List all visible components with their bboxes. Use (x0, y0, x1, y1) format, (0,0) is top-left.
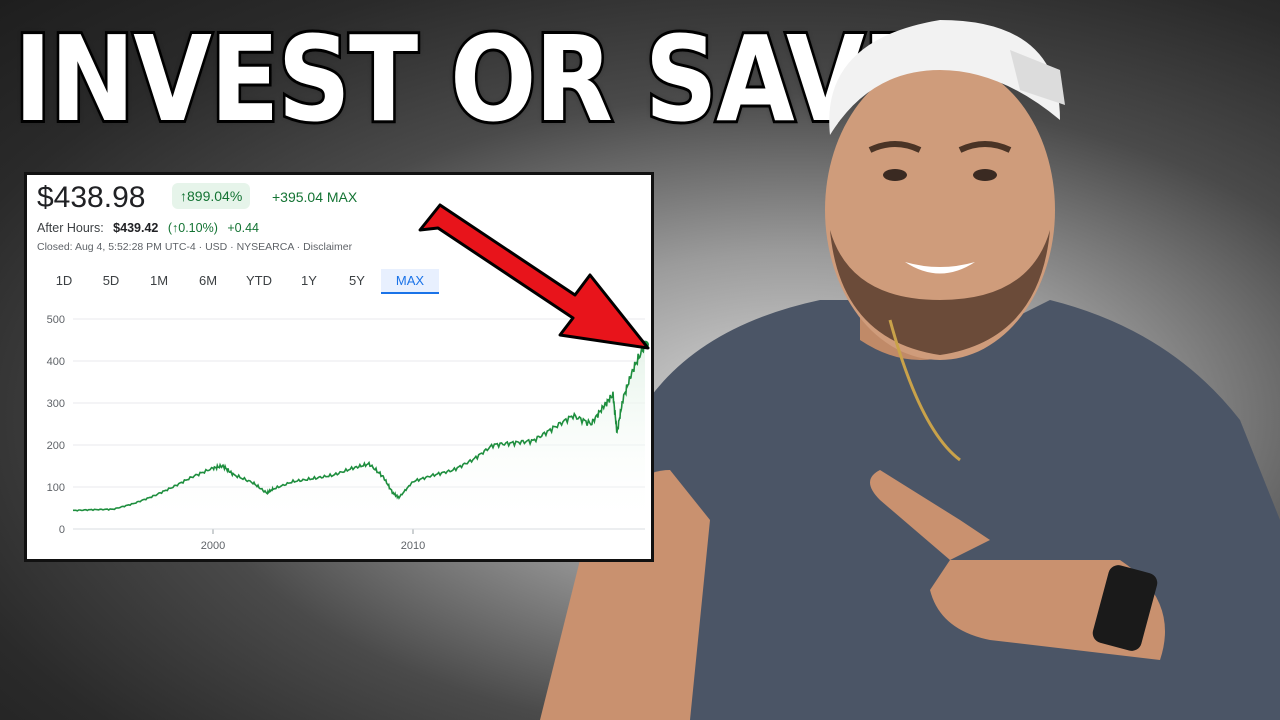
tab-1y[interactable]: 1Y (285, 269, 333, 294)
absolute-change: +395.04 MAX (272, 189, 358, 205)
x-tick-label: 2010 (401, 540, 425, 552)
closed-status: Closed: Aug 4, 5:52:28 PM UTC-4 · USD · … (37, 241, 353, 253)
after-hours-percent: (↑0.10%) (167, 221, 218, 235)
tab-6m[interactable]: 6M (183, 269, 233, 294)
percent-change-badge: ↑899.04% (172, 183, 251, 209)
y-tick-label: 200 (47, 440, 65, 452)
tab-1m[interactable]: 1M (135, 269, 183, 294)
red-arrow (418, 203, 650, 350)
y-tick-label: 0 (59, 524, 65, 536)
after-hours-delta: +0.44 (227, 221, 259, 235)
y-tick-label: 400 (47, 356, 65, 368)
range-tabs: 1D 5D 1M 6M YTD 1Y 5Y MAX (41, 269, 439, 294)
y-tick-label: 500 (47, 314, 65, 326)
area-fill (73, 343, 645, 529)
tab-5y[interactable]: 5Y (333, 269, 381, 294)
after-hours-price: $439.42 (113, 221, 159, 235)
y-tick-label: 100 (47, 482, 65, 494)
after-hours-label: After Hours: (37, 221, 104, 235)
x-tick-label: 2000 (201, 540, 225, 552)
current-price: $438.98 (37, 181, 146, 214)
tab-5d[interactable]: 5D (87, 269, 135, 294)
after-hours-row: After Hours: $439.42 (↑0.10%) +0.44 (37, 221, 259, 235)
tab-ytd[interactable]: YTD (233, 269, 285, 294)
tab-1d[interactable]: 1D (41, 269, 87, 294)
y-tick-label: 300 (47, 398, 65, 410)
